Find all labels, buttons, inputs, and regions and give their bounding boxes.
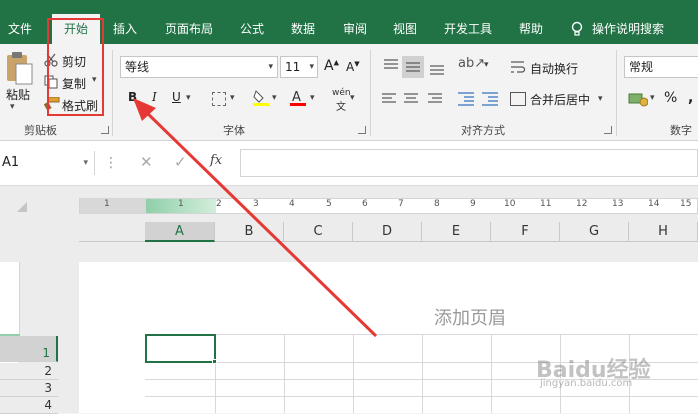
watermark-url: jingyan.baidu.com — [540, 378, 633, 389]
highlight-box — [47, 18, 104, 116]
